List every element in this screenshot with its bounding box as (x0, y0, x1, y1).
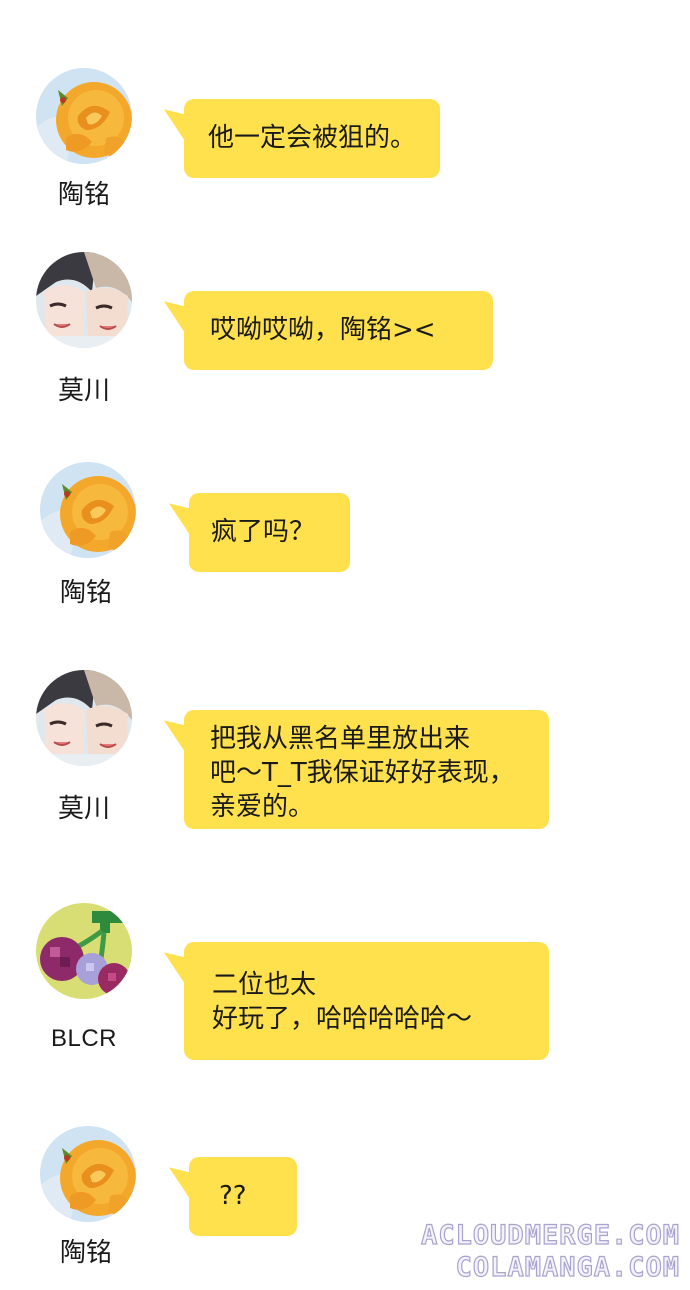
pixel-cherries-avatar-icon[interactable] (36, 903, 132, 999)
sender-name: 莫川 (57, 794, 110, 824)
sender-name: 陶铭 (59, 1238, 112, 1268)
message-text: 吧～T_T我保证好好表现， (210, 758, 515, 788)
message-text: ?? (219, 1181, 247, 1211)
message-bubble[interactable]: 他一定会被狙的。 (184, 99, 440, 178)
sender-name: 陶铭 (57, 180, 110, 210)
orange-rose-avatar-icon[interactable] (40, 462, 136, 558)
orange-rose-avatar-icon[interactable] (40, 1126, 136, 1222)
watermark-text: ACLOUDMERGE.COM (421, 1219, 680, 1251)
sender-name: 陶铭 (59, 578, 112, 608)
message-text: 把我从黑名单里放出来 (210, 724, 471, 754)
sender-name: BLCR (50, 1025, 118, 1052)
message-bubble[interactable]: ?? (189, 1157, 297, 1236)
message-bubble[interactable]: 二位也太 好玩了，哈哈哈哈哈～ (184, 942, 549, 1060)
message-bubble[interactable]: 哎呦哎呦，陶铭>< (184, 291, 493, 370)
message-text: 他一定会被狙的。 (208, 123, 417, 153)
message-text: 哎呦哎呦，陶铭>< (210, 315, 436, 345)
sender-name: 莫川 (57, 376, 110, 406)
message-bubble[interactable]: 疯了吗？ (189, 493, 350, 572)
orange-rose-avatar-icon[interactable] (36, 68, 132, 164)
anime-couple-avatar-icon[interactable] (36, 252, 132, 348)
message-bubble[interactable]: 把我从黑名单里放出来 吧～T_T我保证好好表现， 亲爱的。 (184, 710, 549, 829)
anime-couple-avatar-icon[interactable] (36, 670, 132, 766)
message-text: 亲爱的。 (210, 792, 315, 822)
watermark-text: COLAMANGA.COM (455, 1251, 680, 1283)
message-text: 好玩了，哈哈哈哈哈～ (212, 1004, 473, 1034)
message-text: 疯了吗？ (211, 517, 316, 547)
message-text: 二位也太 (212, 970, 317, 1000)
